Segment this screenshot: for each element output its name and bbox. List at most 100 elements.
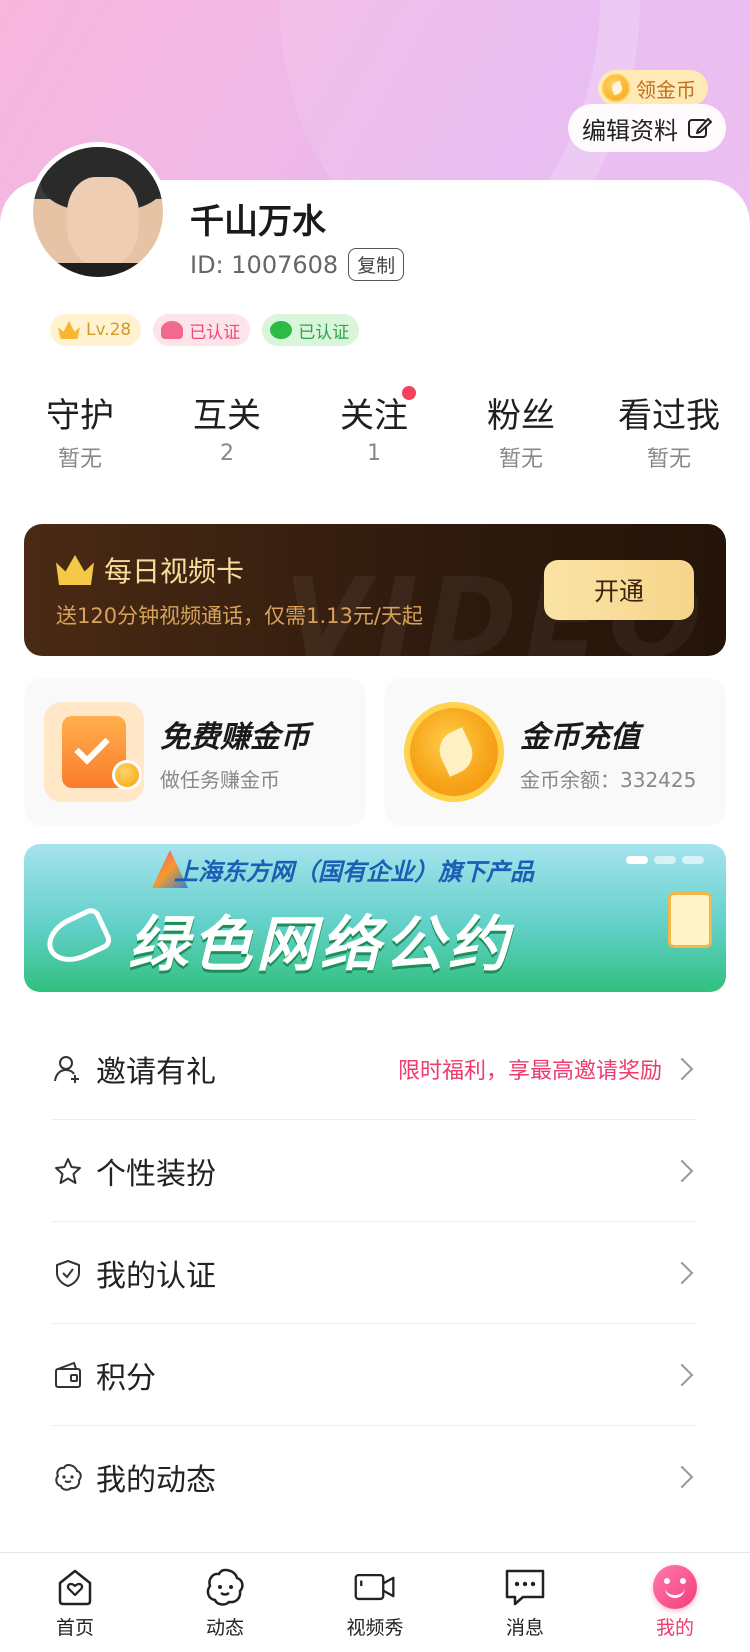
stats-row: 守护 暂无 互关 2 关注 1 粉丝 暂无 看过我 暂无 xyxy=(30,386,720,473)
stat-value: 2 xyxy=(220,441,234,466)
tab-label: 首页 xyxy=(55,1617,94,1639)
stat-label: 守护 xyxy=(46,396,114,436)
user-id-row: ID: 1007608 复制 xyxy=(190,248,405,281)
coin-tiles: 免费赚金币 做任务赚金币 金币充值 金币余额：332425 xyxy=(24,678,726,826)
menu-item-label: 我的认证 xyxy=(96,1258,216,1294)
moments-face-icon xyxy=(203,1565,247,1609)
carousel-dot-active xyxy=(626,856,648,864)
recharge-coins-tile[interactable]: 金币充值 金币余额：332425 xyxy=(384,678,726,826)
banner-top-text: 上海东方网（国有企业）旗下产品 xyxy=(174,858,534,886)
tab-label: 我的 xyxy=(655,1617,694,1639)
tab-home[interactable]: 首页 xyxy=(15,1565,135,1640)
earn-coins-title: 免费赚金币 xyxy=(160,720,310,755)
banner-main-text: 绿色网络公约 xyxy=(128,910,512,980)
gold-coin-icon xyxy=(404,702,504,802)
smile-icon xyxy=(653,1565,697,1609)
wechat-icon xyxy=(270,321,293,339)
claim-coins-label: 领金币 xyxy=(636,77,696,102)
edit-profile-button[interactable]: 编辑资料 xyxy=(568,104,726,152)
level-badge[interactable]: Lv.28 xyxy=(50,314,142,346)
green-internet-banner[interactable]: 上海东方网（国有企业）旗下产品 绿色网络公约 xyxy=(24,844,726,992)
video-card-title: 每日视频卡 xyxy=(104,555,245,588)
real-person-verified-icon xyxy=(161,321,184,339)
edit-profile-label: 编辑资料 xyxy=(582,116,678,145)
avatar-face xyxy=(67,177,139,267)
badge-list: Lv.28 已认证 已认证 xyxy=(50,314,360,346)
menu-item-decoration[interactable]: 个性装扮 xyxy=(52,1120,696,1222)
chat-bubble-icon xyxy=(503,1565,547,1609)
home-heart-icon xyxy=(53,1565,97,1609)
menu-item-label: 积分 xyxy=(96,1360,156,1396)
menu-item-label: 邀请有礼 xyxy=(96,1054,216,1090)
recharge-coins-title: 金币充值 xyxy=(520,720,640,755)
video-card-title-row: 每日视频卡 xyxy=(56,550,244,590)
star-icon xyxy=(52,1155,84,1187)
chevron-right-icon xyxy=(670,1261,694,1284)
menu-item-points[interactable]: 积分 xyxy=(52,1324,696,1426)
daily-video-card[interactable]: VIDEO 每日视频卡 送120分钟视频通话，仅需1.13元/天起 开通 xyxy=(24,524,726,656)
wechat-badge[interactable]: 已认证 xyxy=(262,314,360,346)
user-id: ID: 1007608 xyxy=(190,250,339,279)
bottom-tab-bar: 首页 动态 视频秀 消息 我的 xyxy=(0,1552,750,1652)
gold-coin-icon xyxy=(602,74,630,102)
claim-coins-button[interactable]: 领金币 xyxy=(598,70,708,106)
tab-messages[interactable]: 消息 xyxy=(465,1565,585,1640)
earn-coins-tile[interactable]: 免费赚金币 做任务赚金币 xyxy=(24,678,366,826)
notification-dot xyxy=(402,386,416,400)
stat-mutual[interactable]: 互关 2 xyxy=(177,388,277,473)
person-add-icon xyxy=(52,1053,84,1085)
menu-item-my-moments[interactable]: 我的动态 xyxy=(52,1426,696,1528)
menu-item-label: 我的动态 xyxy=(96,1463,216,1498)
stat-visitors[interactable]: 看过我 暂无 xyxy=(618,388,720,473)
menu-item-verification[interactable]: 我的认证 xyxy=(52,1222,696,1324)
stat-value: 暂无 xyxy=(646,447,691,472)
wechat-badge-label: 已认证 xyxy=(298,322,350,343)
chevron-right-icon xyxy=(670,1363,694,1386)
document-icon xyxy=(668,892,712,948)
open-video-card-button[interactable]: 开通 xyxy=(544,560,694,620)
stat-following[interactable]: 关注 1 xyxy=(324,386,424,473)
stat-label: 互关 xyxy=(193,396,261,436)
chevron-right-icon xyxy=(670,1057,694,1080)
coin-balance: 金币余额：332425 xyxy=(520,768,697,792)
carousel-dot xyxy=(654,856,676,864)
menu-item-label: 个性装扮 xyxy=(96,1156,216,1192)
stat-value: 暂无 xyxy=(57,447,102,472)
crown-icon xyxy=(56,555,94,585)
tab-mine[interactable]: 我的 xyxy=(615,1565,735,1640)
tab-label: 动态 xyxy=(205,1617,244,1639)
earn-coins-subtitle: 做任务赚金币 xyxy=(160,768,280,792)
tab-label: 视频秀 xyxy=(346,1617,404,1639)
copy-id-button[interactable]: 复制 xyxy=(348,248,405,281)
stat-guard[interactable]: 守护 暂无 xyxy=(30,388,130,473)
stat-value: 暂无 xyxy=(498,447,543,472)
tab-moments[interactable]: 动态 xyxy=(165,1565,285,1640)
wallet-icon xyxy=(52,1359,84,1391)
settings-menu: 邀请有礼 限时福利，享最高邀请奖励 个性装扮 我的认证 积分 我的动态 xyxy=(52,1018,696,1528)
megaphone-icon xyxy=(39,904,115,972)
stat-fans[interactable]: 粉丝 暂无 xyxy=(471,388,571,473)
edit-icon xyxy=(688,118,712,138)
avatar[interactable] xyxy=(28,142,168,282)
menu-item-invite[interactable]: 邀请有礼 限时福利，享最高邀请奖励 xyxy=(52,1018,696,1120)
carousel-indicator xyxy=(626,856,704,864)
tab-video-show[interactable]: 视频秀 xyxy=(315,1565,435,1640)
stat-label: 看过我 xyxy=(618,396,720,436)
real-person-badge-label: 已认证 xyxy=(189,322,241,343)
moments-face-icon xyxy=(52,1461,84,1493)
tab-label: 消息 xyxy=(505,1617,544,1639)
gold-coin-icon xyxy=(112,760,142,790)
level-badge-label: Lv.28 xyxy=(86,320,132,340)
carousel-dot xyxy=(682,856,704,864)
smile-face xyxy=(653,1565,697,1609)
chevron-right-icon xyxy=(670,1159,694,1182)
real-person-badge[interactable]: 已认证 xyxy=(153,314,251,346)
video-camera-icon xyxy=(353,1565,397,1609)
user-name: 千山万水 xyxy=(190,202,326,242)
task-board-icon xyxy=(44,702,144,802)
stat-label: 粉丝 xyxy=(487,396,555,436)
invite-promo-hint: 限时福利，享最高邀请奖励 xyxy=(397,1058,662,1084)
video-card-description: 送120分钟视频通话，仅需1.13元/天起 xyxy=(56,604,423,628)
stat-value: 1 xyxy=(367,441,381,466)
chevron-right-icon xyxy=(670,1465,694,1489)
